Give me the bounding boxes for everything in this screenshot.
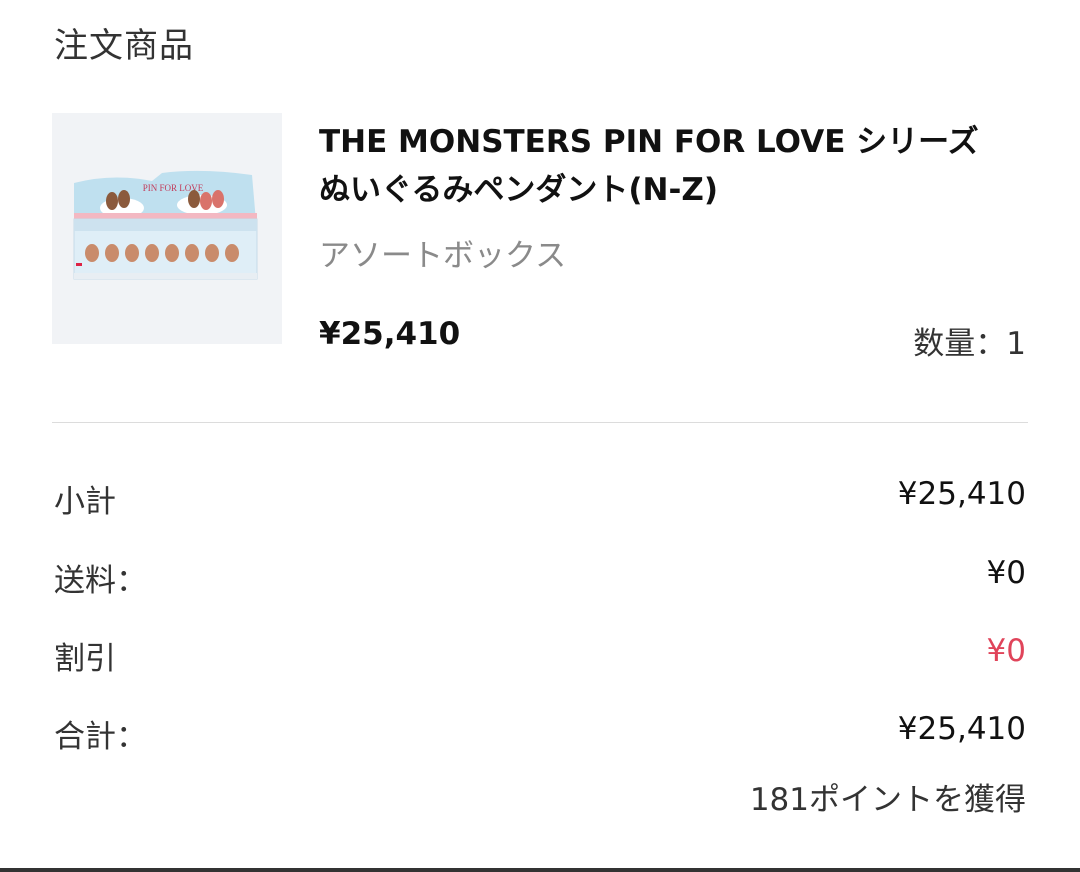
product-name-line2: ぬいぐるみペンダント(N-Z)	[319, 172, 719, 208]
product-variant: アソートボックス	[319, 238, 567, 274]
bottom-divider	[0, 868, 1080, 872]
section-title: 注文商品	[54, 26, 194, 66]
product-image[interactable]: PIN FOR LOVE	[52, 113, 282, 344]
subtotal-value: ¥25,410	[897, 476, 1026, 512]
product-quantity: 数量：1	[913, 326, 1026, 362]
product-name-line1: THE MONSTERS PIN FOR LOVE シリーズ	[319, 124, 979, 160]
total-value: ¥25,410	[897, 711, 1026, 747]
product-box-illustration: PIN FOR LOVE	[73, 170, 258, 280]
divider	[52, 422, 1028, 423]
total-label: 合計：	[54, 719, 147, 755]
points-earned: 181ポイントを獲得	[749, 782, 1026, 818]
discount-label: 割引	[54, 641, 116, 677]
shipping-value: ¥0	[986, 555, 1026, 591]
subtotal-label: 小計	[54, 484, 116, 520]
product-price: ¥25,410	[319, 316, 461, 352]
discount-value: ¥0	[986, 633, 1026, 669]
product-name[interactable]: THE MONSTERS PIN FOR LOVE シリーズ ぬいぐるみペンダン…	[319, 118, 1019, 214]
shipping-label: 送料：	[54, 563, 147, 599]
